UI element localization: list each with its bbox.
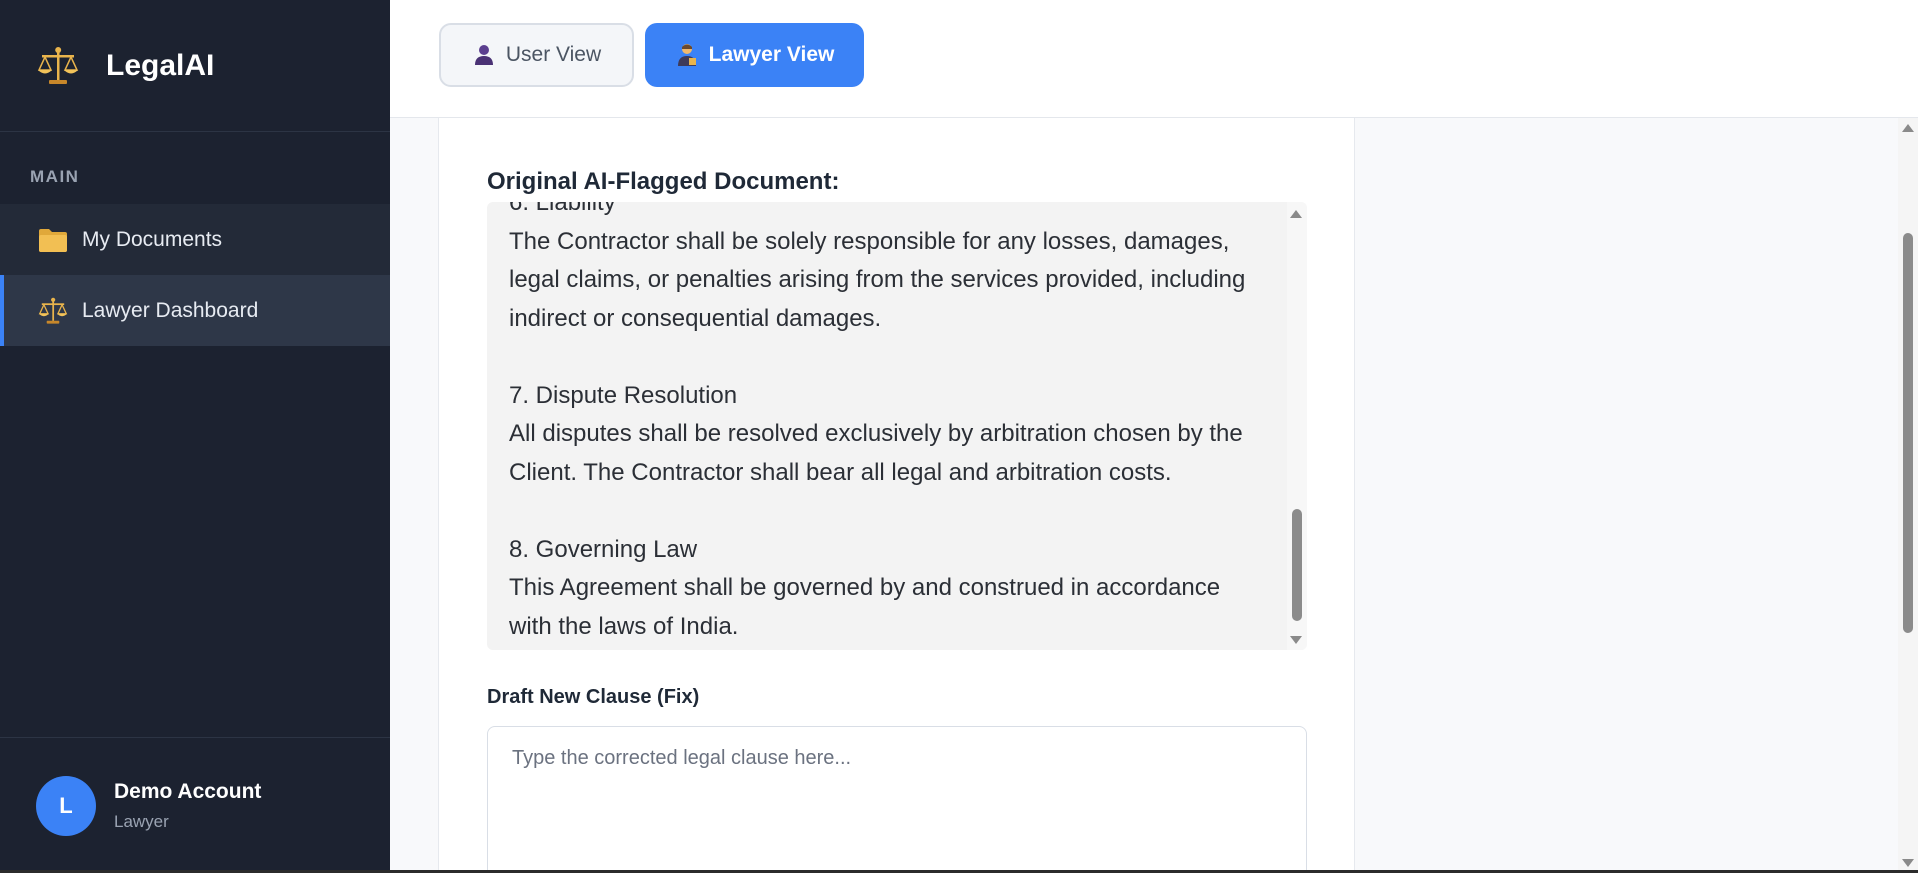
nav-section-label: MAIN (30, 167, 80, 186)
draft-clause-label: Draft New Clause (Fix) (487, 686, 700, 708)
user-view-button[interactable]: User View (439, 23, 634, 87)
sidebar-item-lawyer-dashboard[interactable]: Lawyer Dashboard (0, 275, 390, 346)
draft-clause-input[interactable]: Type the corrected legal clause here... (487, 726, 1307, 873)
document-scroll-thumb[interactable] (1292, 509, 1302, 621)
page-scrollbar[interactable] (1898, 118, 1918, 873)
top-bar: User View Lawyer View (390, 0, 1918, 118)
document-scrollbar[interactable] (1287, 202, 1307, 650)
account-role: Lawyer (114, 811, 169, 831)
page-scroll-up-icon[interactable] (1902, 124, 1914, 132)
draft-clause-placeholder: Type the corrected legal clause here... (512, 747, 852, 769)
account-name: Demo Account (114, 779, 262, 803)
scales-icon (38, 296, 68, 326)
lawyer-view-label: Lawyer View (708, 43, 835, 66)
avatar: L (36, 775, 96, 836)
lawyer-view-button[interactable]: Lawyer View (645, 23, 864, 87)
scroll-down-arrow-icon[interactable] (1290, 636, 1302, 644)
sidebar-item-label: My Documents (82, 227, 223, 251)
page-scroll-thumb[interactable] (1903, 233, 1913, 633)
brand[interactable]: LegalAI (0, 0, 390, 132)
document-text: 6. Liability The Contractor shall be sol… (509, 202, 1246, 640)
lawyer-icon (675, 43, 699, 67)
sidebar-item-my-documents[interactable]: My Documents (0, 204, 390, 275)
folder-icon (38, 225, 68, 255)
document-heading: Original AI-Flagged Document: (487, 168, 840, 195)
scroll-up-arrow-icon[interactable] (1290, 210, 1302, 218)
scales-icon (36, 44, 80, 88)
user-view-label: User View (505, 43, 602, 66)
flagged-document-viewer[interactable]: 6. Liability The Contractor shall be sol… (487, 202, 1307, 650)
account-panel[interactable]: L Demo Account Lawyer (0, 737, 390, 873)
review-card: Original AI-Flagged Document: 6. Liabili… (438, 118, 1355, 873)
person-icon (472, 43, 496, 67)
app-name: LegalAI (106, 48, 215, 82)
sidebar: LegalAI MAIN My Documents Lawyer Dashboa… (0, 0, 390, 873)
sidebar-item-label: Lawyer Dashboard (82, 298, 259, 322)
page-scroll-down-icon[interactable] (1902, 859, 1914, 867)
